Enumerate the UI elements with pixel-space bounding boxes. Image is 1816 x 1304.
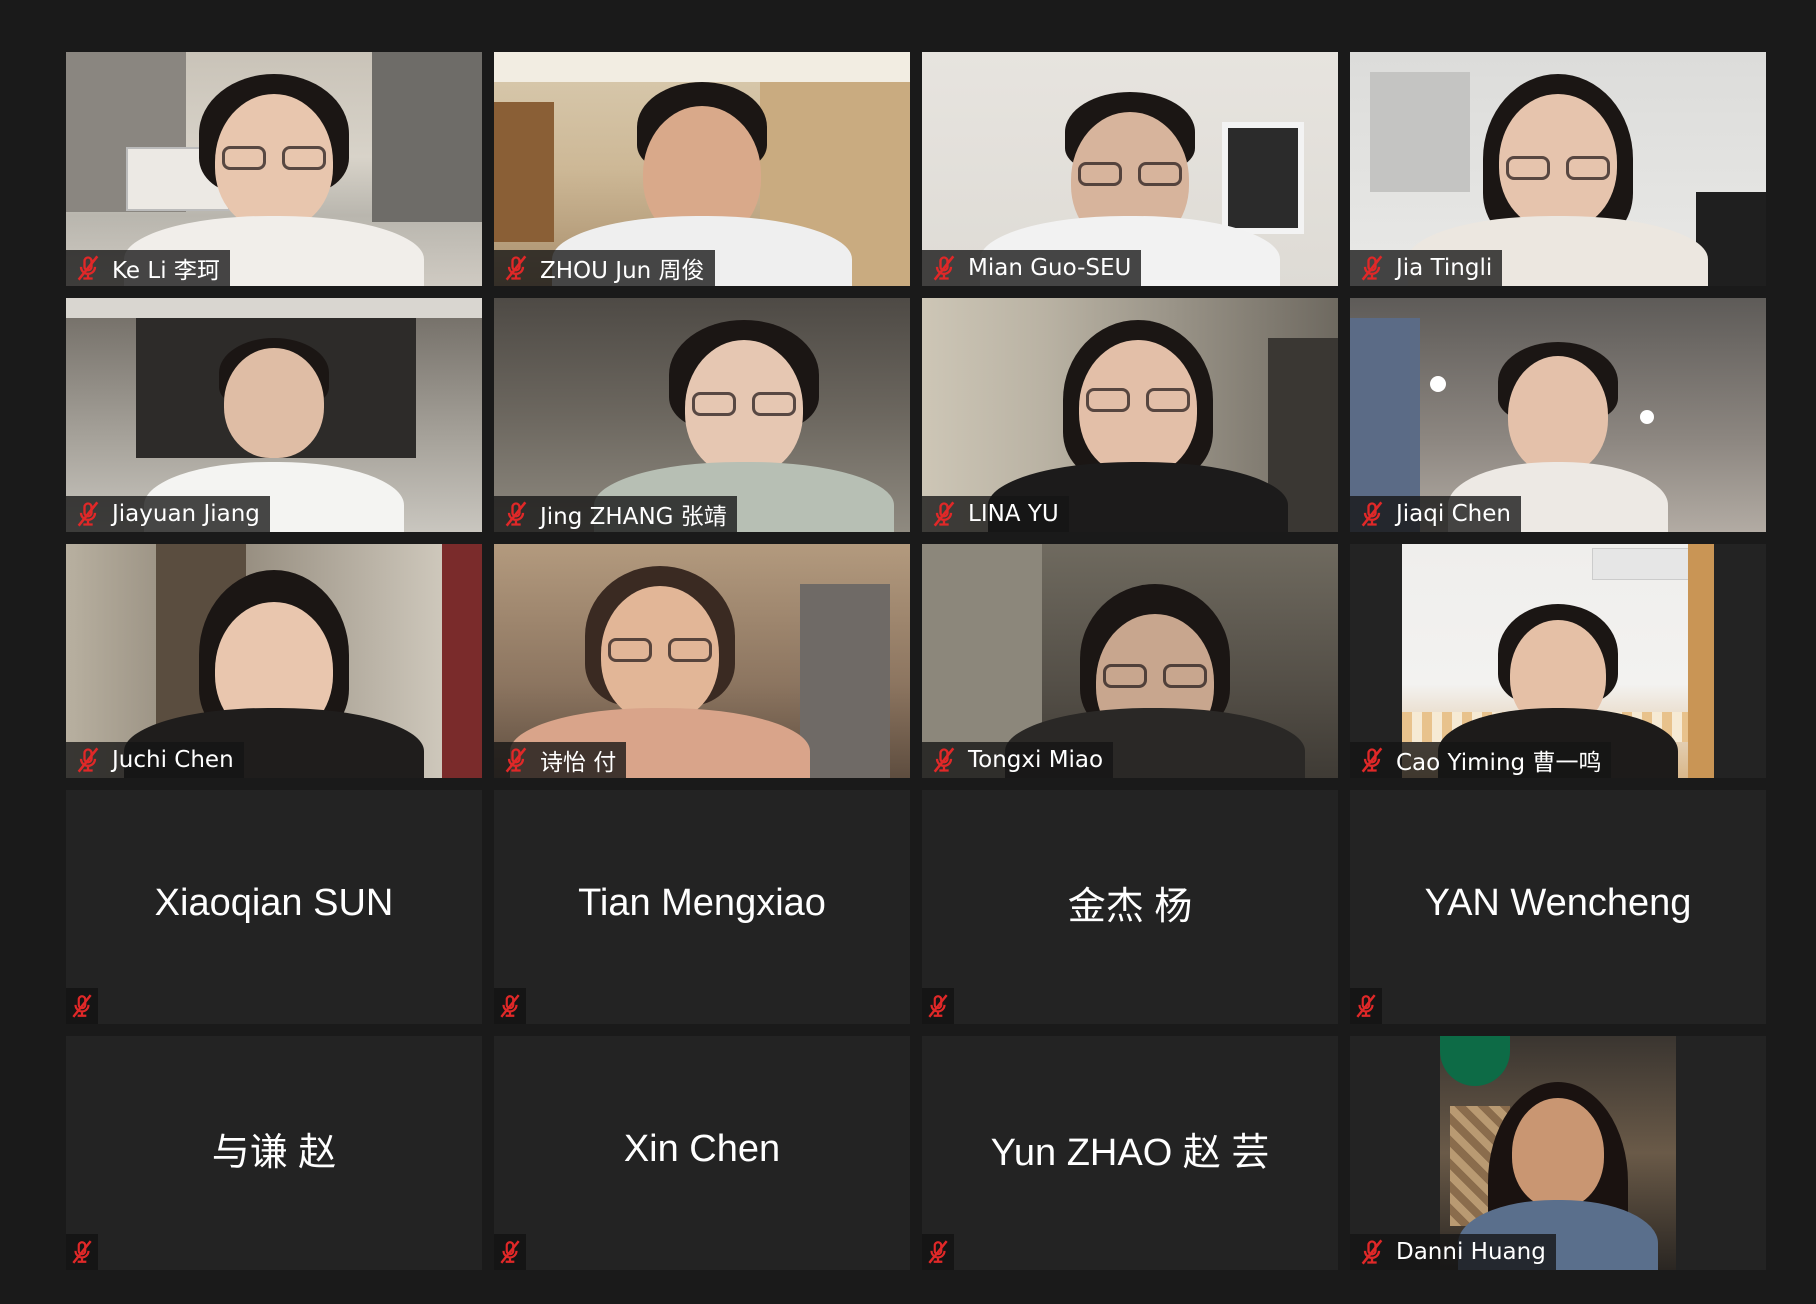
participant-name: Cao Yiming 曹一鸣	[1396, 750, 1602, 776]
participant-name-label: ZHOU Jun 周俊	[494, 250, 715, 286]
participant-tile[interactable]: 与谦 赵	[66, 1036, 482, 1270]
participant-name: YAN Wencheng	[1424, 882, 1692, 925]
gallery-view: Ke Li 李珂 ZHOU Jun 周俊 Mian Guo-SEU Jia Ti…	[66, 52, 1767, 1270]
participant-tile[interactable]: Tongxi Miao	[922, 544, 1338, 778]
participant-name-label: Juchi Chen	[66, 742, 244, 778]
participant-tile[interactable]: Jiaqi Chen	[1350, 298, 1766, 532]
participant-name-label: Jing ZHANG 张靖	[494, 496, 737, 532]
participant-name: Jiayuan Jiang	[112, 501, 260, 527]
participant-name: Danni Huang	[1396, 1239, 1546, 1265]
muted-microphone-icon	[74, 254, 102, 282]
muted-microphone-icon	[502, 746, 530, 774]
participant-name: LINA YU	[968, 501, 1059, 527]
participant-name-label: 诗怡 付	[494, 742, 627, 778]
logo-sign	[1440, 1036, 1510, 1086]
participant-tile[interactable]: Jia Tingli	[1350, 52, 1766, 286]
participant-name: Jiaqi Chen	[1396, 501, 1511, 527]
muted-microphone-icon	[1350, 988, 1382, 1024]
participant-tile[interactable]: Jing ZHANG 张靖	[494, 298, 910, 532]
participant-tile[interactable]: YAN Wencheng	[1350, 790, 1766, 1024]
participant-name: Xiaoqian SUN	[154, 882, 394, 925]
muted-microphone-icon	[494, 1234, 526, 1270]
participant-name: 与谦 赵	[211, 1132, 337, 1175]
participant-name: 金杰 杨	[1067, 886, 1193, 929]
muted-microphone-icon	[1358, 500, 1386, 528]
participant-tile[interactable]: Tian Mengxiao	[494, 790, 910, 1024]
participant-tile[interactable]: Yun ZHAO 赵 芸	[922, 1036, 1338, 1270]
muted-microphone-icon	[66, 988, 98, 1024]
participant-tile[interactable]: Mian Guo-SEU	[922, 52, 1338, 286]
participant-name-label: Danni Huang	[1350, 1234, 1556, 1270]
muted-microphone-icon	[930, 254, 958, 282]
muted-microphone-icon	[502, 500, 530, 528]
participant-tile[interactable]: Juchi Chen	[66, 544, 482, 778]
participant-name: Jing ZHANG 张靖	[540, 504, 727, 530]
muted-microphone-icon	[74, 746, 102, 774]
participant-name: Tian Mengxiao	[578, 882, 826, 925]
participant-name: ZHOU Jun 周俊	[540, 258, 705, 284]
participant-tile[interactable]: Cao Yiming 曹一鸣	[1350, 544, 1766, 778]
participant-name-label: Cao Yiming 曹一鸣	[1350, 742, 1612, 778]
participant-name-label: Tongxi Miao	[922, 742, 1114, 778]
muted-microphone-icon	[66, 1234, 98, 1270]
participant-name-label: Jiayuan Jiang	[66, 496, 270, 532]
participant-name: Juchi Chen	[112, 747, 234, 773]
participant-name: Xin Chen	[623, 1128, 781, 1171]
participant-name: Jia Tingli	[1396, 255, 1493, 281]
muted-microphone-icon	[1358, 254, 1386, 282]
participant-tile[interactable]: 诗怡 付	[494, 544, 910, 778]
participant-tile[interactable]: Ke Li 李珂	[66, 52, 482, 286]
participant-tile[interactable]: Jiayuan Jiang	[66, 298, 482, 532]
muted-microphone-icon	[502, 254, 530, 282]
muted-microphone-icon	[922, 1234, 954, 1270]
participant-name-label: Jia Tingli	[1350, 250, 1503, 286]
participant-name-label: Ke Li 李珂	[66, 250, 230, 286]
participant-name: Tongxi Miao	[968, 747, 1104, 773]
participant-name-label: Jiaqi Chen	[1350, 496, 1521, 532]
muted-microphone-icon	[930, 500, 958, 528]
participant-tile[interactable]: LINA YU	[922, 298, 1338, 532]
muted-microphone-icon	[922, 988, 954, 1024]
participant-name: Ke Li 李珂	[112, 258, 220, 284]
muted-microphone-icon	[74, 500, 102, 528]
participant-name: Yun ZHAO 赵 芸	[990, 1132, 1270, 1175]
participant-name-label: LINA YU	[922, 496, 1069, 532]
participant-tile[interactable]: Xin Chen	[494, 1036, 910, 1270]
participant-name: Mian Guo-SEU	[968, 255, 1132, 281]
participant-tile[interactable]: Danni Huang	[1350, 1036, 1766, 1270]
muted-microphone-icon	[930, 746, 958, 774]
muted-microphone-icon	[494, 988, 526, 1024]
participant-name-label: Mian Guo-SEU	[922, 250, 1142, 286]
participant-tile[interactable]: ZHOU Jun 周俊	[494, 52, 910, 286]
participant-tile[interactable]: 金杰 杨	[922, 790, 1338, 1024]
participant-tile[interactable]: Xiaoqian SUN	[66, 790, 482, 1024]
muted-microphone-icon	[1358, 746, 1386, 774]
participant-name: 诗怡 付	[540, 750, 617, 776]
muted-microphone-icon	[1358, 1238, 1386, 1266]
